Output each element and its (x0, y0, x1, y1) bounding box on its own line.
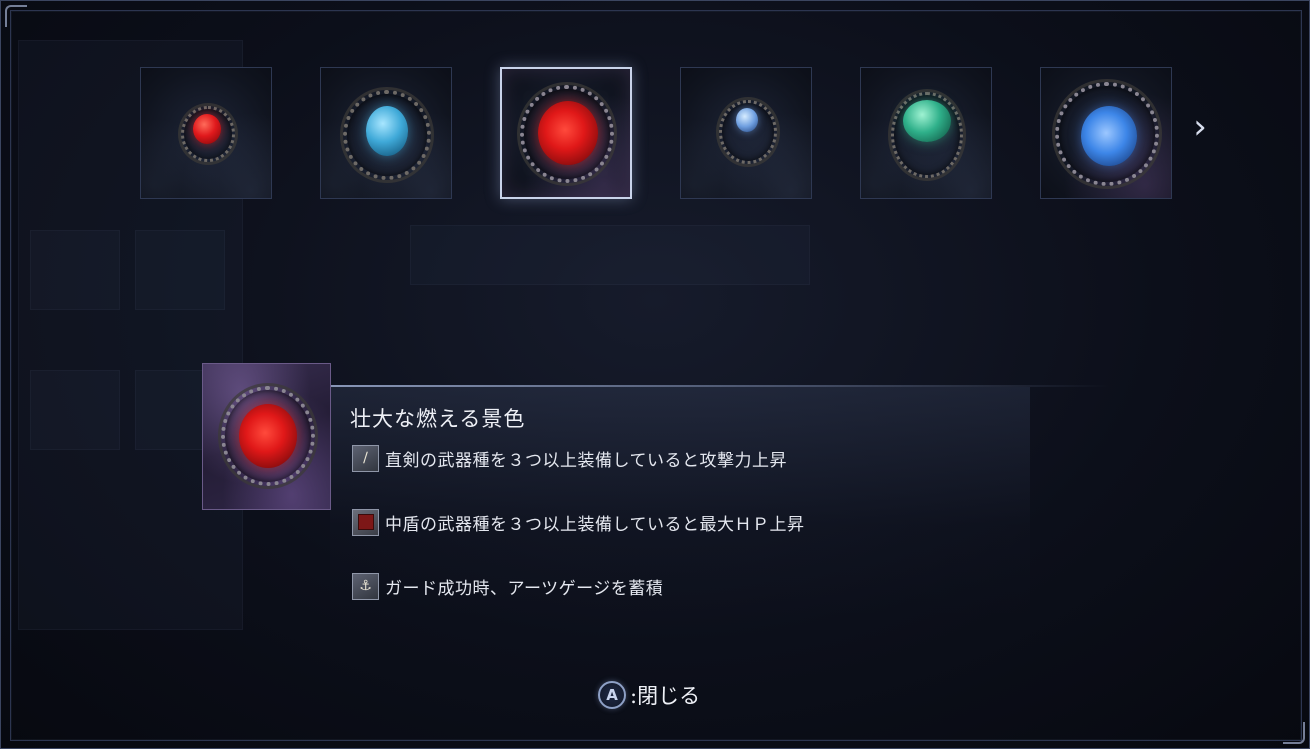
corner-ornament-bottom-right (1283, 722, 1305, 744)
guard-icon: ⚓ (352, 572, 379, 600)
effect-row: ⚓ ガード成功時、アーツゲージを蓄積 (352, 572, 663, 600)
green-gem-icon (903, 100, 951, 142)
red-gem-icon (538, 101, 598, 165)
selected-item-icon (202, 363, 331, 510)
background-ghost-tile (135, 230, 225, 310)
carousel-slot-small-blue-gem[interactable] (680, 67, 812, 199)
item-title: 壮大な燃える景色 (350, 407, 526, 431)
close-label: :閉じる (630, 684, 701, 708)
red-gem-icon (193, 114, 221, 144)
carousel-slot-blue-coral-gem[interactable] (320, 67, 452, 199)
carousel-slot-red-gem[interactable] (140, 67, 272, 199)
a-button-icon[interactable]: A (598, 681, 626, 709)
straight-sword-icon: ∕ (352, 444, 379, 472)
carousel-slot-red-crescent-gem[interactable] (500, 67, 632, 199)
effect-text: 中盾の武器種を３つ以上装備していると最大ＨＰ上昇 (385, 514, 805, 535)
effect-row: ∕ 直剣の武器種を３つ以上装備していると攻撃力上昇 (352, 444, 787, 472)
red-gem-icon (239, 404, 297, 468)
blue-gem-icon (736, 108, 758, 132)
effect-text: 直剣の武器種を３つ以上装備していると攻撃力上昇 (385, 450, 787, 471)
medium-shield-icon (352, 508, 379, 536)
detail-divider (330, 385, 1110, 387)
blue-gem-icon (366, 106, 408, 156)
close-button[interactable]: A :閉じる (598, 680, 700, 710)
carousel-slot-blue-crescent-gem[interactable] (1040, 67, 1172, 199)
effect-row: 中盾の武器種を３つ以上装備していると最大ＨＰ上昇 (352, 508, 805, 536)
blue-gem-icon (1081, 106, 1137, 166)
chevron-right-icon[interactable]: › (1186, 110, 1214, 144)
effect-text: ガード成功時、アーツゲージを蓄積 (385, 578, 664, 599)
background-ghost-tile (30, 230, 120, 310)
background-ghost-tile (30, 370, 120, 450)
corner-ornament-top-left (5, 5, 27, 27)
background-ghost-text-area (410, 225, 810, 285)
carousel-slot-green-gem[interactable] (860, 67, 992, 199)
